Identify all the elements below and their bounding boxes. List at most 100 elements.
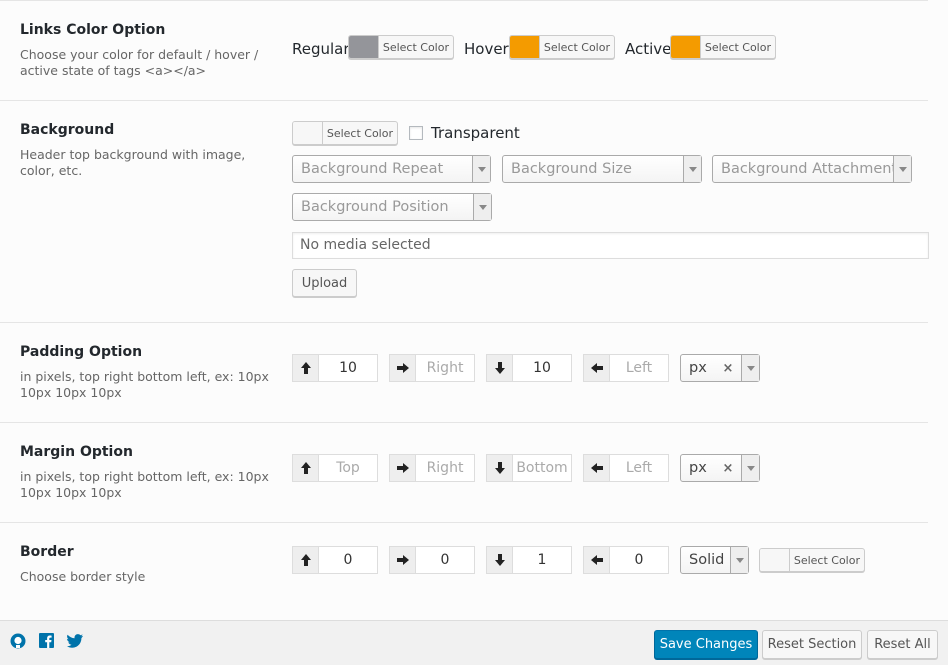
select-value: px	[689, 460, 707, 476]
media-url-input[interactable]: No media selected	[292, 232, 929, 259]
background-attachment-select[interactable]: Background Attachment	[712, 155, 912, 183]
padding-left-input[interactable]: Left	[583, 354, 669, 382]
border-color-swatch	[760, 549, 790, 571]
select-placeholder: Background Position	[301, 199, 449, 215]
input-value: 10	[533, 360, 551, 376]
border-right-input[interactable]: 0	[389, 546, 475, 574]
border-bottom-input[interactable]: 1	[486, 546, 572, 574]
input-value: 10	[339, 360, 357, 376]
twitter-icon[interactable]	[67, 633, 83, 652]
background-size-select[interactable]: Background Size	[502, 155, 702, 183]
border-left-input[interactable]: 0	[583, 546, 669, 574]
padding-bottom-input[interactable]: 10	[486, 354, 572, 382]
reset-all-button[interactable]: Reset All	[867, 630, 938, 659]
arrow-up-icon	[293, 547, 319, 573]
reset-section-button[interactable]: Reset Section	[762, 630, 862, 659]
input-placeholder: Left	[625, 360, 653, 376]
section-title: Padding Option	[20, 344, 143, 360]
clear-icon[interactable]: ×	[721, 361, 735, 376]
arrow-up-icon	[293, 455, 319, 481]
border-style-select[interactable]: Solid	[680, 546, 749, 574]
hover-label: Hover	[464, 40, 509, 58]
input-placeholder: Top	[336, 460, 360, 476]
margin-unit-select[interactable]: px ×	[680, 454, 760, 482]
background-repeat-select[interactable]: Background Repeat	[292, 155, 491, 183]
active-label: Active	[625, 40, 672, 58]
section-description: Header top background with image, color,…	[20, 147, 246, 178]
input-value: 0	[343, 552, 353, 568]
transparent-label: Transparent	[431, 124, 520, 142]
input-placeholder: Bottom	[516, 460, 568, 476]
arrow-right-icon	[390, 455, 416, 481]
regular-label: Regular	[292, 40, 350, 58]
chevron-down-icon	[683, 156, 701, 182]
padding-top-input[interactable]: 10	[292, 354, 378, 382]
section-description: in pixels, top right bottom left, ex: 10…	[20, 469, 269, 500]
background-position-select[interactable]: Background Position	[292, 193, 492, 221]
hover-color-picker[interactable]: Select Color	[509, 35, 615, 59]
top-divider	[0, 0, 928, 1]
border-top-input[interactable]: 0	[292, 546, 378, 574]
chevron-down-icon	[473, 194, 491, 220]
section-divider	[0, 522, 928, 523]
section-description: Choose your color for default / hover / …	[20, 47, 259, 78]
save-changes-button[interactable]: Save Changes	[654, 630, 758, 659]
regular-color-picker[interactable]: Select Color	[348, 35, 454, 59]
section-description: in pixels, top right bottom left, ex: 10…	[20, 369, 269, 400]
facebook-icon[interactable]	[39, 633, 54, 652]
padding-right-input[interactable]: Right	[389, 354, 475, 382]
select-color-label: Select Color	[382, 40, 449, 54]
chevron-down-icon	[741, 355, 759, 381]
chevron-down-icon	[472, 156, 490, 182]
arrow-down-icon	[487, 547, 513, 573]
section-divider	[0, 422, 928, 423]
input-placeholder: Left	[625, 460, 653, 476]
padding-unit-select[interactable]: px ×	[680, 354, 760, 382]
arrow-left-icon	[584, 455, 610, 481]
chevron-down-icon	[730, 547, 748, 573]
arrow-left-icon	[584, 547, 610, 573]
section-title: Background	[20, 122, 115, 138]
select-color-label: Select Color	[793, 553, 860, 567]
github-icon[interactable]	[10, 633, 26, 653]
regular-color-swatch	[349, 36, 379, 58]
arrow-left-icon	[584, 355, 610, 381]
margin-bottom-input[interactable]: Bottom	[486, 454, 572, 482]
select-placeholder: Background Repeat	[301, 161, 444, 177]
input-placeholder: Right	[426, 360, 464, 376]
border-color-picker[interactable]: Select Color	[759, 548, 865, 572]
margin-left-input[interactable]: Left	[583, 454, 669, 482]
arrow-up-icon	[293, 355, 319, 381]
margin-top-input[interactable]: Top	[292, 454, 378, 482]
section-description: Choose border style	[20, 569, 146, 584]
input-value: 1	[537, 552, 547, 568]
arrow-right-icon	[390, 355, 416, 381]
chevron-down-icon	[741, 455, 759, 481]
input-value: 0	[634, 552, 644, 568]
select-color-label: Select Color	[704, 40, 771, 54]
clear-icon[interactable]: ×	[721, 461, 735, 476]
section-divider	[0, 100, 928, 101]
upload-button[interactable]: Upload	[292, 269, 357, 297]
chevron-down-icon	[893, 156, 911, 182]
section-title: Border	[20, 544, 74, 560]
section-divider	[0, 322, 928, 323]
section-title: Links Color Option	[20, 22, 166, 38]
select-placeholder: Background Size	[511, 161, 632, 177]
transparent-checkbox[interactable]	[409, 126, 423, 140]
margin-right-input[interactable]: Right	[389, 454, 475, 482]
input-placeholder: Right	[426, 460, 464, 476]
active-color-picker[interactable]: Select Color	[670, 35, 776, 59]
select-value: px	[689, 360, 707, 376]
select-color-label: Select Color	[326, 126, 393, 140]
background-color-swatch	[293, 122, 323, 144]
active-color-swatch	[671, 36, 701, 58]
select-placeholder: Background Attachment	[721, 161, 893, 177]
input-value: 0	[440, 552, 450, 568]
select-color-label: Select Color	[543, 40, 610, 54]
arrow-right-icon	[390, 547, 416, 573]
arrow-down-icon	[487, 355, 513, 381]
select-value: Solid	[689, 552, 725, 568]
background-color-picker[interactable]: Select Color	[292, 121, 398, 145]
hover-color-swatch	[510, 36, 540, 58]
